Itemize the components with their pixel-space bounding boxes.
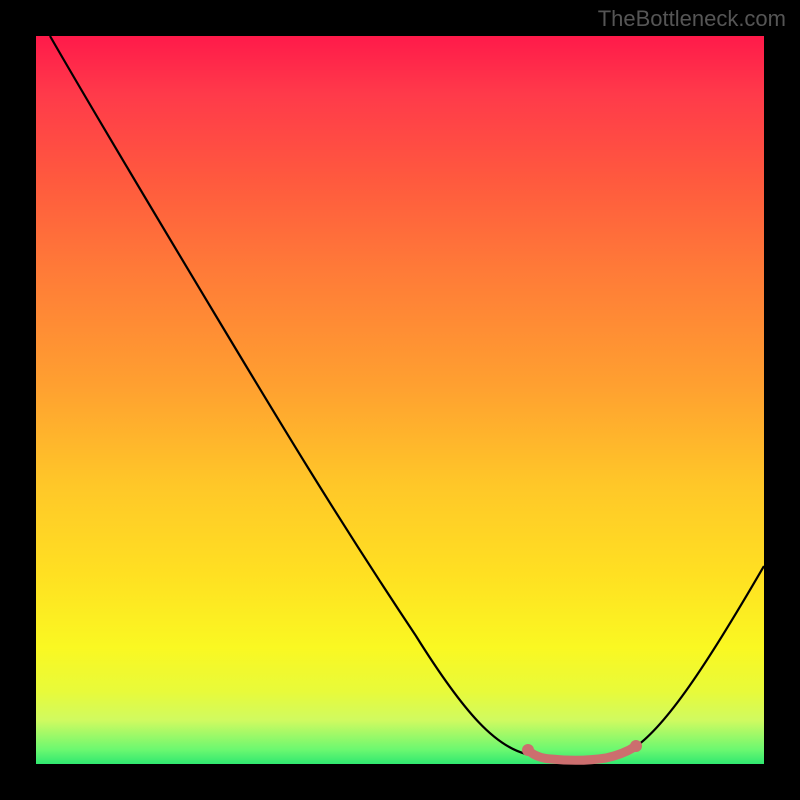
chart-svg xyxy=(36,36,764,764)
watermark-text: TheBottleneck.com xyxy=(598,6,786,32)
bottleneck-curve xyxy=(50,36,764,758)
flat-end-dot xyxy=(630,740,642,752)
chart-plot-area xyxy=(36,36,764,764)
flat-region-mark xyxy=(528,746,636,760)
